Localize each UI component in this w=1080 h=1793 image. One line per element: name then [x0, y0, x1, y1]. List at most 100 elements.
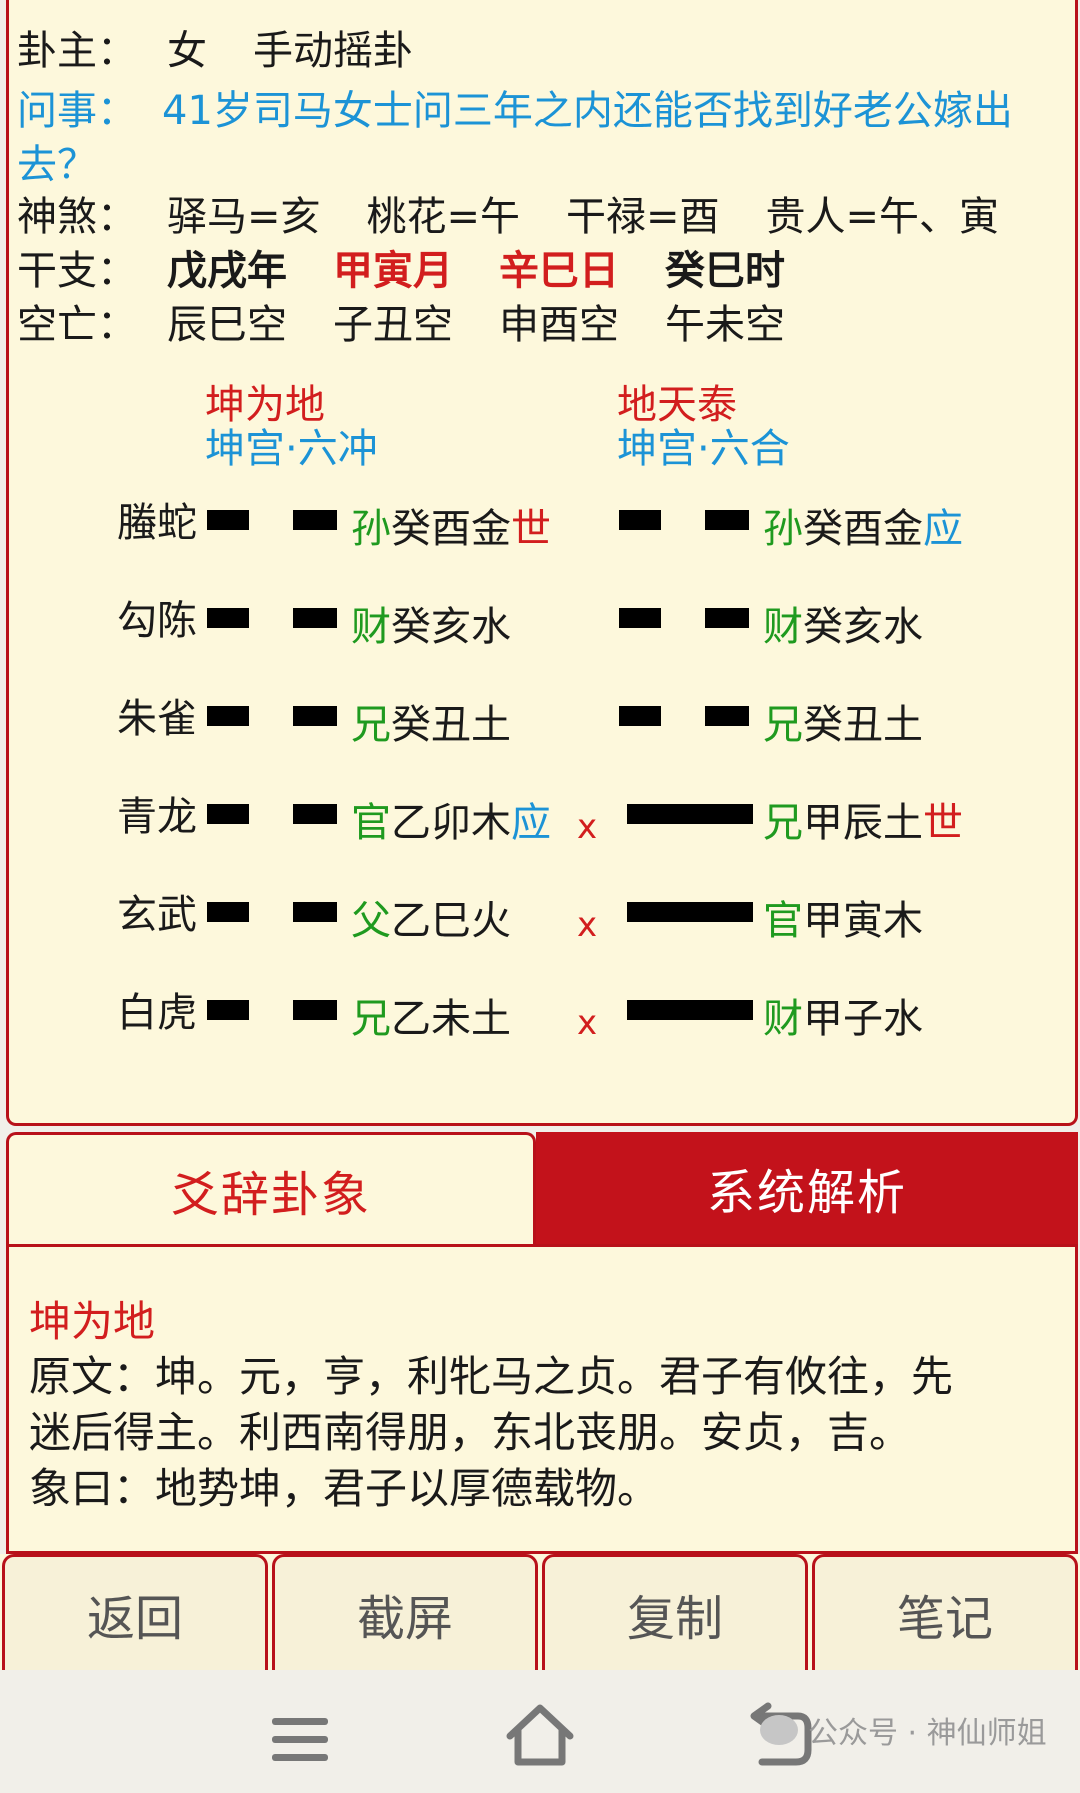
watermark-text: 公众号 · 神仙师姐 [808, 1716, 1047, 1751]
main-line-text: 兄癸丑土 [351, 700, 511, 750]
yin-line-segment [293, 804, 337, 824]
question-text: 41岁司马女士问三年之内还能否找到好老公嫁出去？ [17, 88, 1013, 188]
yin-line-segment [207, 510, 249, 530]
question-row: 问事： 41岁司马女士问三年之内还能否找到好老公嫁出去？ [17, 84, 1067, 192]
explanation-line: 原文：坤。元，亨，利牝马之贞。君子有攸往，先 [29, 1352, 954, 1401]
changed-line-text: 财癸亥水 [763, 602, 923, 652]
stem-branch: 癸酉金 [391, 506, 511, 552]
tab-system-analysis[interactable]: 系统解析 [536, 1132, 1078, 1244]
ganzhi-day: 辛巳日 [499, 248, 619, 294]
stem-branch: 癸亥水 [803, 604, 923, 650]
yin-line-segment [705, 510, 749, 530]
yin-line-segment [705, 608, 749, 628]
relation: 财 [763, 996, 803, 1042]
changed-line-text: 兄癸丑土 [763, 700, 923, 750]
yin-line-segment [207, 902, 249, 922]
relation: 孙 [763, 506, 803, 552]
main-line-text: 孙癸酉金世 [351, 504, 551, 554]
god-label: 朱雀 [117, 696, 197, 742]
kongwang-item: 辰巳空 [167, 302, 287, 348]
system-nav-bar: 公众号 · 神仙师姐 [0, 1670, 1080, 1793]
main-line-text: 兄乙未土 [351, 994, 511, 1044]
ying-mark: 应 [923, 506, 963, 552]
changed-gua-name: 地天泰 [617, 382, 737, 428]
god-label: 玄武 [117, 892, 197, 938]
changed-line-text: 官甲寅木 [763, 896, 923, 946]
screenshot-button[interactable]: 截屏 [272, 1554, 538, 1670]
shensha-label: 神煞： [17, 194, 137, 240]
ganzhi-label: 干支： [17, 248, 137, 294]
god-label: 勾陈 [117, 598, 197, 644]
yang-line [627, 902, 753, 922]
explanation-title: 坤为地 [29, 1297, 156, 1346]
ganzhi-month: 甲寅月 [333, 248, 453, 294]
shi-mark: 世 [923, 800, 963, 846]
divination-panel: 卦主： 女手动摇卦 问事： 41岁司马女士问三年之内还能否找到好老公嫁出去？ 神煞：… [6, 0, 1078, 1126]
gua-zhu-row: 卦主： 女手动摇卦 [17, 26, 459, 76]
moving-line-marker: x [577, 905, 598, 945]
shensha-item: 贵人=午、寅 [765, 194, 1000, 240]
home-icon[interactable] [504, 1702, 576, 1768]
gua-zhu-label: 卦主： [17, 28, 137, 74]
yang-line [627, 804, 753, 824]
explanation-panel: 坤为地 原文：坤。元，亨，利牝马之贞。君子有攸往，先 迷后得主。利西南得朋，东北… [6, 1244, 1078, 1554]
relation: 财 [763, 604, 803, 650]
yang-line [627, 1000, 753, 1020]
shensha-item: 干禄=酉 [566, 194, 720, 240]
yin-line-segment [293, 608, 337, 628]
copy-button[interactable]: 复制 [542, 1554, 808, 1670]
explanation-line: 迷后得主。利西南得朋，东北丧朋。安贞，吉。 [29, 1408, 912, 1457]
changed-line-text: 孙癸酉金应 [763, 504, 963, 554]
method-value: 手动摇卦 [253, 28, 413, 74]
gender-value: 女 [167, 28, 207, 74]
ying-mark: 应 [511, 800, 551, 846]
menu-icon[interactable] [270, 1714, 330, 1766]
main-gua-palace: 坤宫·六冲 [205, 426, 378, 472]
moving-line-marker: x [577, 1003, 598, 1043]
shensha-row: 神煞： 驿马=亥 桃花=午 干禄=酉 贵人=午、寅 [17, 192, 1045, 242]
relation: 兄 [763, 800, 803, 846]
stem-branch: 甲子水 [803, 996, 923, 1042]
main-gua-name: 坤为地 [205, 382, 325, 428]
relation: 父 [351, 898, 391, 944]
changed-gua-palace: 坤宫·六合 [617, 426, 790, 472]
relation: 孙 [351, 506, 391, 552]
stem-branch: 乙巳火 [391, 898, 511, 944]
question-label: 问事： [17, 88, 137, 134]
back-button[interactable]: 返回 [2, 1554, 268, 1670]
tab-yaoci-guaxiang[interactable]: 爻辞卦象 [6, 1132, 536, 1244]
god-label: 白虎 [117, 990, 197, 1036]
relation: 兄 [763, 702, 803, 748]
yin-line-segment [619, 706, 661, 726]
relation: 官 [351, 800, 391, 846]
action-bar: 返回 截屏 复制 笔记 [0, 1554, 1080, 1670]
stem-branch: 甲辰土 [803, 800, 923, 846]
main-line-text: 父乙巳火 [351, 896, 511, 946]
notes-button[interactable]: 笔记 [812, 1554, 1078, 1670]
yin-line-segment [207, 608, 249, 628]
explanation-line: 象曰：地势坤，君子以厚德载物。 [29, 1464, 660, 1513]
shensha-item: 桃花=午 [366, 194, 521, 240]
yin-line-segment [619, 608, 661, 628]
shensha-item: 驿马=亥 [167, 194, 321, 240]
yin-line-segment [293, 902, 337, 922]
yin-line-segment [293, 510, 337, 530]
stem-branch: 癸酉金 [803, 506, 923, 552]
kongwang-row: 空亡： 辰巳空 子丑空 申酉空 午未空 [17, 300, 831, 350]
god-label: 青龙 [117, 794, 197, 840]
shi-mark: 世 [511, 506, 551, 552]
main-line-text: 官乙卯木应 [351, 798, 551, 848]
kongwang-label: 空亡： [17, 302, 137, 348]
stem-branch: 甲寅木 [803, 898, 923, 944]
yin-line-segment [207, 1000, 249, 1020]
changed-line-text: 兄甲辰土世 [763, 798, 963, 848]
stem-branch: 乙卯木 [391, 800, 511, 846]
relation: 财 [351, 604, 391, 650]
kongwang-item: 子丑空 [333, 302, 453, 348]
ganzhi-hour: 癸巳时 [665, 248, 785, 294]
stem-branch: 癸丑土 [803, 702, 923, 748]
yin-line-segment [293, 706, 337, 726]
yin-line-segment [293, 1000, 337, 1020]
yin-line-segment [705, 706, 749, 726]
kongwang-item: 午未空 [665, 302, 785, 348]
